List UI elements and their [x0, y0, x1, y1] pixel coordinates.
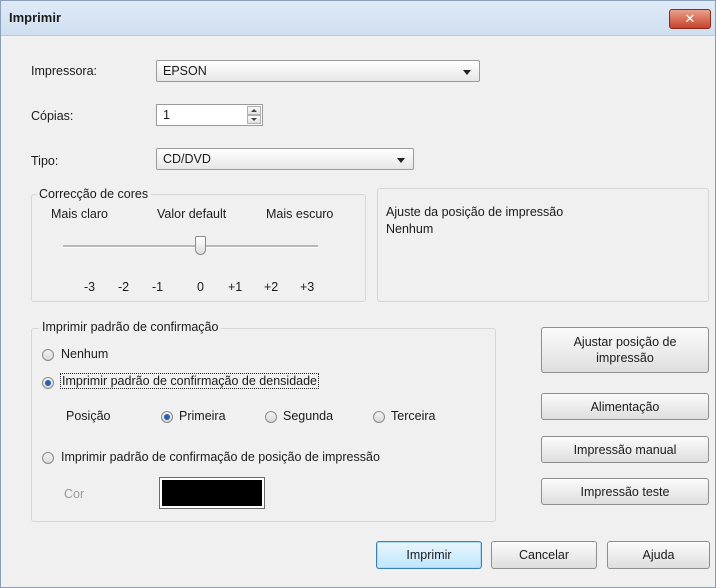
type-select[interactable]: CD/DVD — [156, 148, 414, 170]
decrement-button[interactable] — [247, 115, 261, 124]
dialog-title: Imprimir — [9, 10, 62, 25]
tick-label: +3 — [300, 280, 315, 294]
chevron-down-icon — [251, 118, 257, 121]
color-correction-slider-thumb[interactable] — [195, 236, 206, 255]
type-select-value: CD/DVD — [163, 152, 211, 166]
default-value-label: Valor default — [157, 207, 227, 221]
printer-select[interactable]: EPSON — [156, 60, 480, 82]
feed-button-label: Alimentação — [590, 399, 660, 414]
lighter-label: Mais claro — [51, 207, 108, 221]
first-position-label[interactable]: Primeira — [179, 409, 226, 423]
help-button-label: Ajuda — [642, 548, 675, 562]
test-print-button[interactable]: Impressão teste — [541, 478, 709, 505]
color-swatch[interactable] — [159, 477, 265, 509]
close-icon: ✕ — [684, 11, 696, 26]
tick-label: +2 — [264, 280, 279, 294]
test-print-button-label: Impressão teste — [580, 484, 670, 499]
manual-print-button-label: Impressão manual — [573, 442, 677, 457]
third-position-radio[interactable] — [373, 411, 385, 423]
tick-label: +1 — [228, 280, 243, 294]
cancel-button-label: Cancelar — [518, 548, 570, 562]
second-position-radio[interactable] — [265, 411, 277, 423]
printer-select-value: EPSON — [163, 64, 207, 78]
adjust-position-button-label: Ajustar posição de impressão — [573, 335, 677, 365]
third-position-label[interactable]: Terceira — [391, 409, 435, 423]
density-pattern-radio[interactable] — [42, 377, 54, 389]
adjust-position-button[interactable]: Ajustar posição de impressão — [541, 327, 709, 373]
color-label: Cor — [64, 487, 85, 501]
tick-label: -3 — [84, 280, 96, 294]
confirmation-pattern-title: Imprimir padrão de confirmação — [39, 320, 222, 334]
printer-label: Impressora: — [31, 64, 97, 78]
position-pattern-radio-label[interactable]: Imprimir padrão de confirmação de posiçã… — [61, 450, 380, 464]
print-dialog: Imprimir ✕ Impressora: EPSON Cópias: 1 T… — [0, 0, 716, 588]
copies-label: Cópias: — [31, 109, 74, 123]
darker-label: Mais escuro — [266, 207, 334, 221]
tick-label: -1 — [152, 280, 164, 294]
manual-print-button[interactable]: Impressão manual — [541, 436, 709, 463]
position-label: Posição — [66, 409, 111, 423]
chevron-down-icon — [463, 70, 471, 75]
color-correction-slider-track[interactable] — [63, 245, 318, 248]
first-position-radio[interactable] — [161, 411, 173, 423]
print-position-title: Ajuste da posição de impressão — [386, 205, 564, 219]
close-button[interactable]: ✕ — [669, 9, 711, 29]
none-radio-label[interactable]: Nenhum — [61, 347, 108, 361]
chevron-down-icon — [397, 158, 405, 163]
cancel-button[interactable]: Cancelar — [491, 541, 597, 569]
print-position-value: Nenhum — [386, 222, 434, 236]
dialog-body: Impressora: EPSON Cópias: 1 Tipo: CD/DVD… — [1, 36, 715, 587]
density-pattern-radio-label[interactable]: Imprimir padrão de confirmação de densid… — [60, 373, 319, 389]
copies-spin-buttons — [247, 106, 261, 124]
tick-label: 0 — [197, 280, 204, 294]
copies-value: 1 — [163, 108, 170, 122]
tick-label: -2 — [118, 280, 130, 294]
color-correction-title: Correcção de cores — [36, 187, 152, 201]
copies-stepper[interactable]: 1 — [156, 104, 263, 126]
position-pattern-radio[interactable] — [42, 452, 54, 464]
type-label: Tipo: — [31, 154, 59, 168]
none-radio[interactable] — [42, 349, 54, 361]
increment-button[interactable] — [247, 106, 261, 115]
chevron-up-icon — [251, 109, 257, 112]
title-bar: Imprimir ✕ — [1, 1, 715, 36]
second-position-label[interactable]: Segunda — [283, 409, 333, 423]
print-button-label: Imprimir — [406, 548, 452, 562]
help-button[interactable]: Ajuda — [607, 541, 710, 569]
feed-button[interactable]: Alimentação — [541, 393, 709, 420]
print-button[interactable]: Imprimir — [376, 541, 482, 569]
